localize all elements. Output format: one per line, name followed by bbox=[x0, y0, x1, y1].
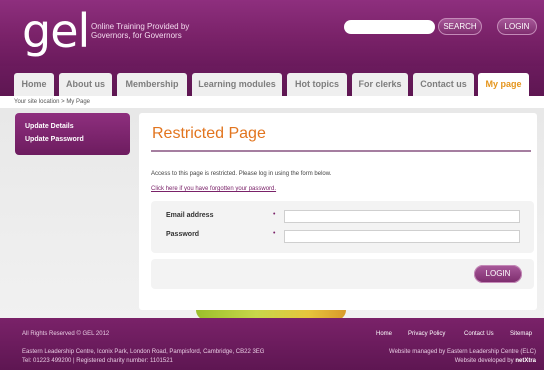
gel-logo[interactable]: gel bbox=[22, 6, 90, 56]
email-field[interactable] bbox=[284, 210, 520, 223]
site-header: gel Online Training Provided by Governor… bbox=[0, 0, 544, 66]
login-button[interactable]: LOGIN bbox=[474, 265, 522, 283]
header-login-button[interactable]: LOGIN bbox=[497, 18, 537, 35]
sidebar: Update Details Update Password bbox=[15, 113, 130, 155]
copyright: All Rights Reserved © GEL 2012 bbox=[22, 331, 110, 337]
breadcrumb: Your site location > My Page bbox=[14, 99, 90, 105]
page-title: Restricted Page bbox=[152, 125, 266, 142]
tab-learning-modules[interactable]: Learning modules bbox=[192, 73, 282, 96]
forgot-password-link[interactable]: Click here if you have forgotten your pa… bbox=[151, 186, 276, 192]
tab-about-us[interactable]: About us bbox=[59, 73, 112, 96]
tab-home[interactable]: Home bbox=[14, 73, 54, 96]
email-label: Email address bbox=[166, 212, 214, 219]
footer-developed-by: Website developed by bbox=[454, 358, 514, 364]
footer-link-contact-us[interactable]: Contact Us bbox=[464, 331, 494, 337]
site-footer: All Rights Reserved © GEL 2012 Home Priv… bbox=[0, 318, 544, 370]
tab-hot-topics[interactable]: Hot topics bbox=[287, 73, 347, 96]
footer-link-privacy-policy[interactable]: Privacy Policy bbox=[408, 331, 445, 337]
main-nav: Home About us Membership Learning module… bbox=[0, 66, 544, 96]
main-panel: Restricted Page Access to this page is r… bbox=[139, 113, 537, 310]
tab-for-clerks[interactable]: For clerks bbox=[352, 73, 408, 96]
login-form: Email address • Password • bbox=[151, 201, 534, 253]
password-label: Password bbox=[166, 231, 200, 238]
email-required-marker: • bbox=[273, 211, 276, 218]
login-actions: LOGIN bbox=[151, 259, 534, 289]
tab-contact-us[interactable]: Contact us bbox=[413, 73, 474, 96]
search-input[interactable] bbox=[344, 20, 435, 34]
tab-my-page[interactable]: My page bbox=[478, 73, 529, 96]
tagline-line-2: Governors, for Governors bbox=[91, 31, 182, 40]
footer-link-home[interactable]: Home bbox=[376, 331, 392, 337]
password-required-marker: • bbox=[273, 230, 276, 237]
title-divider bbox=[151, 150, 531, 152]
footer-link-sitemap[interactable]: Sitemap bbox=[510, 331, 532, 337]
restricted-notice: Access to this page is restricted. Pleas… bbox=[151, 171, 332, 177]
footer-address: Eastern Leadership Centre, Iconix Park, … bbox=[22, 349, 265, 355]
footer-managed-by: Website managed by Eastern Leadership Ce… bbox=[389, 349, 536, 355]
search-button[interactable]: SEARCH bbox=[438, 18, 482, 35]
sidebar-item-update-password[interactable]: Update Password bbox=[25, 136, 84, 143]
tagline-line-1: Online Training Provided by bbox=[91, 22, 190, 31]
tab-membership[interactable]: Membership bbox=[117, 73, 187, 96]
sidebar-item-update-details[interactable]: Update Details bbox=[25, 123, 74, 130]
developer-logo[interactable]: netXtra bbox=[515, 358, 536, 364]
tagline: Online Training Provided by Governors, f… bbox=[91, 22, 189, 40]
footer-developed: Website developed by netXtra bbox=[455, 358, 536, 364]
footer-contact: Tel: 01223 499200 | Registered charity n… bbox=[22, 358, 173, 364]
password-field[interactable] bbox=[284, 230, 520, 243]
